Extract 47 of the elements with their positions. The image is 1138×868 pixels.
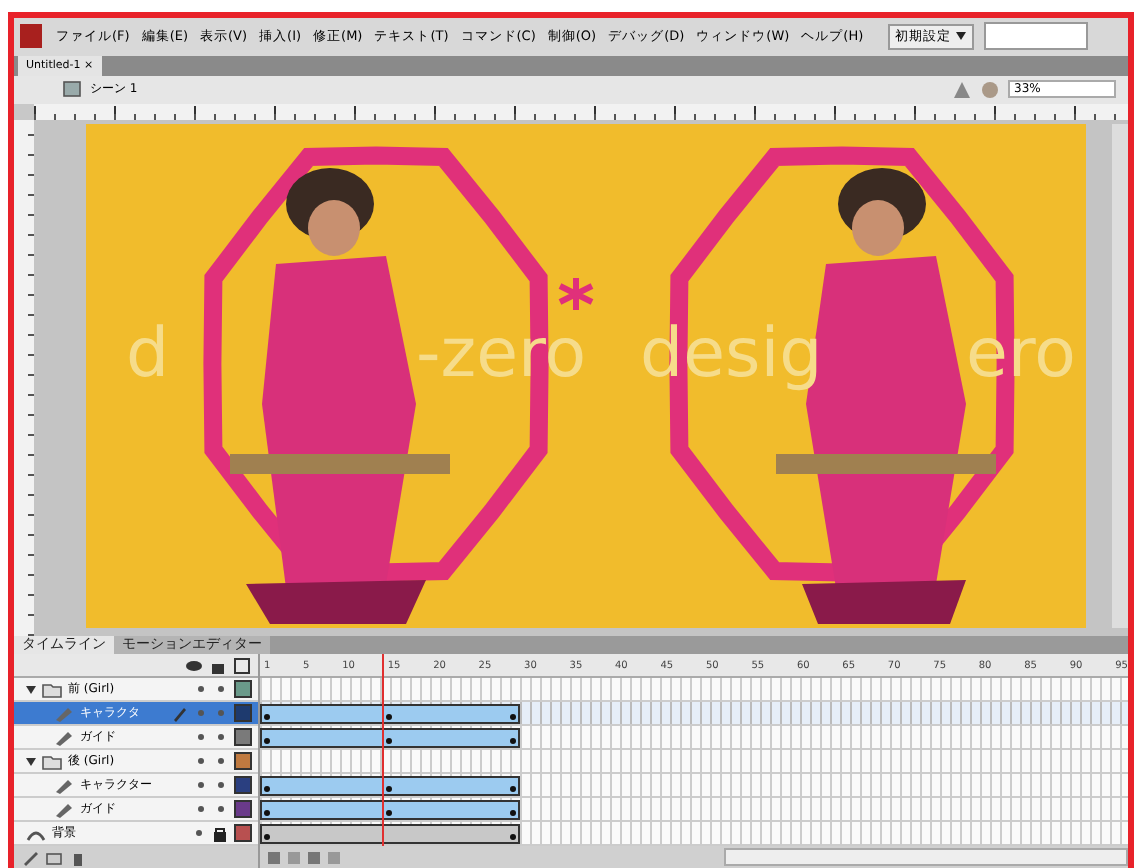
frame-row[interactable]: [260, 822, 1128, 846]
lock-dot-icon[interactable]: [218, 758, 224, 764]
visibility-dot-icon[interactable]: [196, 830, 202, 836]
expand-arrow-icon[interactable]: [26, 756, 36, 766]
tween-span[interactable]: [260, 799, 520, 819]
eye-icon[interactable]: [186, 657, 202, 673]
tween-span[interactable]: [260, 775, 520, 795]
frame-row[interactable]: [260, 702, 1128, 726]
visibility-dot-icon[interactable]: [198, 758, 204, 764]
frame-row[interactable]: [260, 798, 1128, 822]
expand-arrow-icon[interactable]: [26, 684, 36, 694]
caret-icon: [955, 31, 966, 40]
asterisk-icon: [557, 275, 595, 313]
layer-color-swatch[interactable]: [234, 728, 252, 746]
visibility-dot-icon[interactable]: [198, 710, 204, 716]
visibility-dot-icon[interactable]: [198, 686, 204, 692]
frame-row[interactable]: [260, 774, 1128, 798]
stage-text: d: [126, 314, 170, 394]
frame-row[interactable]: [260, 726, 1128, 750]
tween-span[interactable]: [260, 703, 520, 723]
lock-dot-icon[interactable]: [218, 806, 224, 812]
visibility-dot-icon[interactable]: [198, 734, 204, 740]
edit-symbol-icon[interactable]: [952, 79, 972, 100]
lock-dot-icon[interactable]: [218, 734, 224, 740]
layer-color-swatch[interactable]: [234, 752, 252, 770]
layer-color-swatch[interactable]: [234, 680, 252, 698]
outline-icon[interactable]: [234, 657, 250, 673]
layer-color-swatch[interactable]: [234, 824, 252, 842]
new-layer-icon[interactable]: [22, 849, 38, 865]
search-field[interactable]: [983, 22, 1088, 51]
layer-color-swatch[interactable]: [234, 800, 252, 818]
scene-icon: [62, 80, 82, 99]
frame-span[interactable]: [260, 823, 520, 843]
tween-span[interactable]: [260, 727, 520, 747]
trash-icon[interactable]: [70, 849, 86, 865]
layer-color-swatch[interactable]: [234, 776, 252, 794]
lock-dot-icon[interactable]: [218, 710, 224, 716]
lock-icon[interactable]: [212, 825, 228, 841]
scrollbar[interactable]: [1112, 124, 1128, 628]
visibility-dot-icon[interactable]: [198, 806, 204, 812]
scrollbar[interactable]: [724, 848, 1128, 866]
app-logo-icon: [20, 24, 42, 49]
visibility-dot-icon[interactable]: [198, 782, 204, 788]
lock-dot-icon[interactable]: [218, 782, 224, 788]
lock-dot-icon[interactable]: [218, 686, 224, 692]
new-folder-icon[interactable]: [46, 849, 62, 865]
layer-color-swatch[interactable]: [234, 704, 252, 722]
